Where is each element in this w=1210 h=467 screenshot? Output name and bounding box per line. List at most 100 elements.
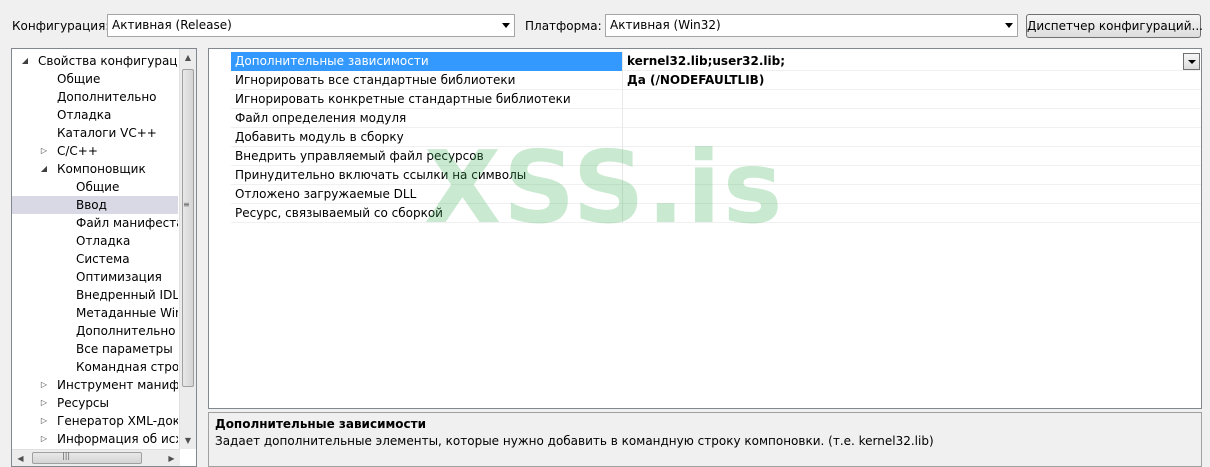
- property-row[interactable]: Игнорировать конкретные стандартные библ…: [209, 90, 1201, 109]
- configuration-select-value: Активная (Release): [112, 18, 232, 32]
- property-value[interactable]: [624, 90, 1201, 109]
- triangle-right-icon[interactable]: ▷: [39, 430, 49, 448]
- row-gutter: [209, 147, 231, 166]
- tree-item[interactable]: ▷ Информация об исход: [12, 430, 178, 448]
- tree-item[interactable]: ◢ Компоновщик: [12, 160, 178, 178]
- tree-item-label: Метаданные Windo: [76, 306, 178, 320]
- tree-item-label: Система: [76, 252, 130, 266]
- tree-item-label: Ввод: [76, 198, 107, 212]
- configuration-select[interactable]: Активная (Release): [107, 14, 515, 37]
- triangle-right-icon[interactable]: ▷: [39, 142, 49, 160]
- scroll-left-icon[interactable]: ◀: [12, 450, 29, 466]
- property-row[interactable]: Добавить модуль в сборку: [209, 128, 1201, 147]
- property-name[interactable]: Внедрить управляемый файл ресурсов: [231, 147, 623, 166]
- tree-item[interactable]: Каталоги VC++: [12, 124, 178, 142]
- property-name[interactable]: Игнорировать все стандартные библиотеки: [231, 71, 623, 90]
- property-value[interactable]: [624, 128, 1201, 147]
- tree-item[interactable]: ▷ Ресурсы: [12, 394, 178, 412]
- tree-item[interactable]: Общие: [12, 70, 178, 88]
- property-row[interactable]: Игнорировать все стандартные библиотеки Д…: [209, 71, 1201, 90]
- grip-icon: ≡: [183, 200, 190, 209]
- chevron-down-icon: [502, 23, 510, 28]
- tree-horizontal-scrollbar[interactable]: ◀ ||| ▶: [12, 449, 180, 466]
- tree-vscroll-thumb[interactable]: [182, 69, 194, 387]
- tree-item[interactable]: Отладка: [12, 232, 178, 250]
- property-name[interactable]: Добавить модуль в сборку: [231, 128, 623, 147]
- tree-item-label: Все параметры: [76, 342, 173, 356]
- tree-item[interactable]: Ввод: [12, 196, 178, 214]
- property-row[interactable]: Файл определения модуля: [209, 109, 1201, 128]
- description-text: Задает дополнительные элементы, которые …: [215, 434, 934, 448]
- property-value[interactable]: [624, 166, 1201, 185]
- platform-select-value: Активная (Win32): [610, 18, 721, 32]
- property-row[interactable]: Внедрить управляемый файл ресурсов: [209, 147, 1201, 166]
- description-title: Дополнительные зависимости: [215, 417, 427, 431]
- tree-item-label: Отладка: [76, 234, 131, 248]
- property-name[interactable]: Файл определения модуля: [231, 109, 623, 128]
- tree-item[interactable]: Дополнительно: [12, 88, 178, 106]
- tree-item[interactable]: Все параметры: [12, 340, 178, 358]
- tree-item[interactable]: Метаданные Windo: [12, 304, 178, 322]
- tree-item[interactable]: Командная строка: [12, 358, 178, 376]
- tree-item-label: Компоновщик: [57, 162, 146, 176]
- tree-item-label: Дополнительно: [76, 324, 176, 338]
- tree-item[interactable]: Система: [12, 250, 178, 268]
- triangle-right-icon[interactable]: ▷: [39, 376, 49, 394]
- row-gutter: [209, 128, 231, 147]
- triangle-right-icon[interactable]: ▷: [39, 412, 49, 430]
- tree-item[interactable]: Отладка: [12, 106, 178, 124]
- tree-item-label: Информация об исход: [57, 432, 178, 446]
- tree-hscroll-thumb[interactable]: [32, 452, 142, 464]
- tree-item-label: Оптимизация: [76, 270, 162, 284]
- tree-item[interactable]: ◢ Свойства конфигурации: [12, 52, 178, 70]
- tree-item-label: Каталоги VC++: [57, 126, 157, 140]
- scroll-right-icon[interactable]: ▶: [163, 450, 180, 466]
- triangle-down-right-icon[interactable]: ◢: [39, 160, 49, 178]
- property-row[interactable]: Ресурс, связываемый со сборкой: [209, 204, 1201, 223]
- chevron-down-icon: [1188, 60, 1196, 64]
- tree-vertical-scrollbar[interactable]: ▲ ≡ ▼: [179, 49, 196, 449]
- tree-item-label: Отладка: [57, 108, 112, 122]
- tree-item-label: Дополнительно: [57, 90, 157, 104]
- configuration-label: Конфигурация:: [12, 19, 110, 33]
- property-name[interactable]: Игнорировать конкретные стандартные библ…: [231, 90, 623, 109]
- property-value[interactable]: [624, 109, 1201, 128]
- scroll-up-icon[interactable]: ▲: [180, 49, 196, 66]
- tree-item-label: Общие: [76, 180, 120, 194]
- value-dropdown-button[interactable]: [1183, 53, 1200, 70]
- config-toolbar: Конфигурация: Активная (Release) Платфор…: [0, 0, 1210, 46]
- tree-item-label: Файл манифеста: [76, 216, 178, 230]
- triangle-down-right-icon[interactable]: ◢: [20, 52, 30, 70]
- property-row[interactable]: Принудительно включать ссылки на символы: [209, 166, 1201, 185]
- tree-item[interactable]: Файл манифеста: [12, 214, 178, 232]
- chevron-down-icon: [1005, 23, 1013, 28]
- tree-item[interactable]: ▷ Инструмент манифест: [12, 376, 178, 394]
- tree-item[interactable]: ▷ C/C++: [12, 142, 178, 160]
- platform-select[interactable]: Активная (Win32): [605, 14, 1018, 37]
- property-value[interactable]: Да (/NODEFAULTLIB): [624, 71, 1201, 90]
- tree-item-label: C/C++: [57, 144, 98, 158]
- property-value[interactable]: [624, 185, 1201, 204]
- property-row[interactable]: Отложено загружаемые DLL: [209, 185, 1201, 204]
- tree-item[interactable]: ▷ Генератор XML-докум: [12, 412, 178, 430]
- triangle-right-icon[interactable]: ▷: [39, 394, 49, 412]
- scroll-down-icon[interactable]: ▼: [180, 432, 196, 449]
- property-value[interactable]: [624, 147, 1201, 166]
- property-name[interactable]: Принудительно включать ссылки на символы: [231, 166, 623, 185]
- tree-item-label: Инструмент манифест: [57, 378, 178, 392]
- tree-item-label: Внедренный IDL: [76, 288, 178, 302]
- property-value[interactable]: kernel32.lib;user32.lib;: [624, 52, 1201, 71]
- tree-item-label: Генератор XML-докум: [57, 414, 178, 428]
- property-name[interactable]: Отложено загружаемые DLL: [231, 185, 623, 204]
- configuration-manager-button[interactable]: Диспетчер конфигураций...: [1026, 14, 1203, 38]
- tree-item[interactable]: Оптимизация: [12, 268, 178, 286]
- property-name[interactable]: Дополнительные зависимости: [231, 52, 623, 71]
- property-value[interactable]: [624, 204, 1201, 223]
- tree-item-label: Ресурсы: [57, 396, 110, 410]
- property-row[interactable]: Дополнительные зависимости kernel32.lib;u…: [209, 52, 1201, 71]
- property-name[interactable]: Ресурс, связываемый со сборкой: [231, 204, 623, 223]
- tree-item[interactable]: Общие: [12, 178, 178, 196]
- tree-item[interactable]: Дополнительно: [12, 322, 178, 340]
- row-gutter: [209, 52, 231, 71]
- tree-item[interactable]: Внедренный IDL: [12, 286, 178, 304]
